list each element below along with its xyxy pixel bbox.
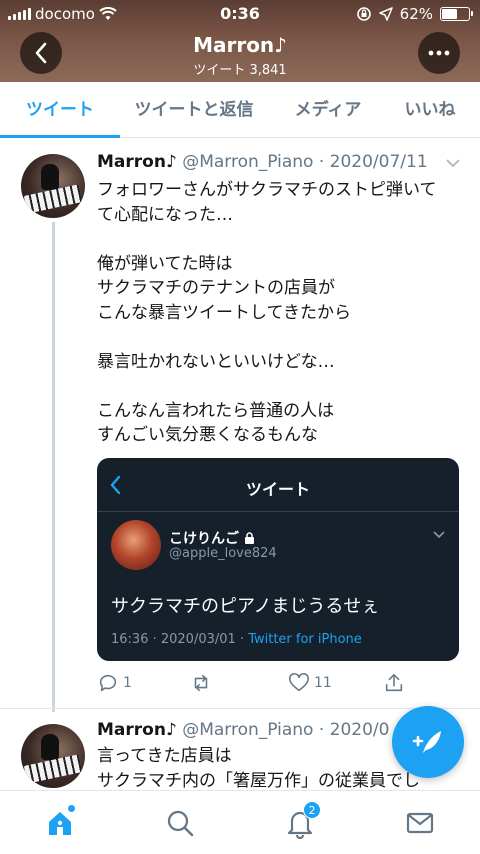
notification-badge: 2 <box>303 801 321 819</box>
tweet-author-name[interactable]: Marron♪ <box>97 720 177 740</box>
tweet-line: すんごい気分悪くなるもんな <box>97 425 318 445</box>
orientation-lock-icon <box>356 7 371 21</box>
share-button[interactable] <box>383 672 405 694</box>
like-button[interactable]: 11 <box>288 672 332 694</box>
reply-icon <box>99 674 117 692</box>
tab-media[interactable]: メディア <box>278 82 378 138</box>
tab-tweets-and-replies[interactable]: ツイートと返信 <box>124 82 264 138</box>
tweet-meta: @Marron_Piano · 2020/0 <box>176 720 390 740</box>
like-count: 11 <box>314 675 332 691</box>
profile-header: docomo 0:36 62% Marron♪ ツイート 3,841 <box>0 0 480 82</box>
image-avatar <box>111 520 161 570</box>
active-tab-indicator <box>0 135 120 138</box>
tweet-menu-chevron-icon[interactable] <box>446 156 460 172</box>
battery-icon <box>440 7 473 21</box>
lock-icon <box>244 532 254 544</box>
avatar[interactable] <box>21 154 85 218</box>
tweet-line: フォロワーさんがサクラマチのストピ弾いて <box>97 180 437 200</box>
thread-line <box>52 222 55 712</box>
image-tweet-footer: 16:36 · 2020/03/01 · Twitter for iPhone <box>111 632 362 647</box>
image-tweet-text: サクラマチのピアノまじうるせぇ <box>111 596 380 617</box>
avatar[interactable] <box>21 724 85 788</box>
more-dots-icon <box>428 50 450 56</box>
nav-messages[interactable] <box>404 807 436 839</box>
reply-button[interactable]: 1 <box>97 672 132 694</box>
image-topbar: ツイート <box>97 458 459 512</box>
tab-likes[interactable]: いいね <box>390 82 470 138</box>
nav-notifications[interactable]: 2 <box>284 801 321 840</box>
tweet-meta: @Marron_Piano · 2020/07/11 <box>176 152 428 172</box>
mail-icon <box>406 812 434 834</box>
status-bar: docomo 0:36 62% <box>0 0 480 28</box>
image-author-handle: @apple_love824 <box>169 546 277 561</box>
search-icon <box>167 810 194 837</box>
reply-count: 1 <box>123 675 132 691</box>
battery-percent: 62% <box>399 5 433 23</box>
tweet-text: フォロワーさんがサクラマチのストピ弾いて て心配になった… 俺が弾いてた時は サ… <box>97 178 467 448</box>
profile-tabs: ツイート ツイートと返信 メディア いいね <box>0 82 480 138</box>
tweet-line: サクラマチのテナントの店員が <box>97 278 335 298</box>
tab-tweets[interactable]: ツイート <box>0 82 120 138</box>
compose-tweet-button[interactable] <box>392 706 464 778</box>
image-author-name: こけりんご <box>169 528 255 548</box>
more-button[interactable] <box>418 32 460 74</box>
profile-name: Marron♪ <box>193 33 287 57</box>
tweet-line: て心配になった… <box>97 204 233 225</box>
tweet-line: こんなん言われたら普通の人は <box>97 400 335 421</box>
tweet-line: こんな暴言ツイートしてきたから <box>97 302 351 323</box>
retweet-icon <box>194 674 208 692</box>
image-chevron-down-icon <box>433 528 445 543</box>
retweet-button[interactable] <box>190 672 212 694</box>
tweet-divider <box>0 708 480 709</box>
home-unread-dot <box>68 805 75 812</box>
image-screen-title: ツイート <box>245 480 310 499</box>
profile-title: Marron♪ ツイート 3,841 <box>0 33 480 78</box>
tweet-line: 暴言吐かれないといいけどな… <box>97 351 335 372</box>
app-screen: docomo 0:36 62% Marron♪ ツイート 3,841 ツイート … <box>0 0 480 854</box>
status-right: 62% <box>356 5 473 23</box>
tweet-header: Marron♪ @Marron_Piano · 2020/07/11 <box>97 152 428 172</box>
nav-search[interactable] <box>164 807 196 839</box>
tweet-author-name[interactable]: Marron♪ <box>97 152 177 172</box>
tweet-line: 俺が弾いてた時は <box>97 253 233 274</box>
tweet-image[interactable]: ツイート こけりんご @apple_love824 サクラマチのピアノまじうるせ… <box>97 458 459 661</box>
nav-home[interactable] <box>44 805 76 839</box>
bottom-nav: 2 <box>0 790 480 854</box>
tweet-count: ツイート 3,841 <box>193 63 287 78</box>
compose-feather-icon <box>412 731 441 753</box>
share-icon <box>385 673 403 692</box>
heart-icon <box>289 672 309 692</box>
tweet-header: Marron♪ @Marron_Piano · 2020/0 <box>97 720 389 740</box>
location-icon <box>378 7 393 21</box>
